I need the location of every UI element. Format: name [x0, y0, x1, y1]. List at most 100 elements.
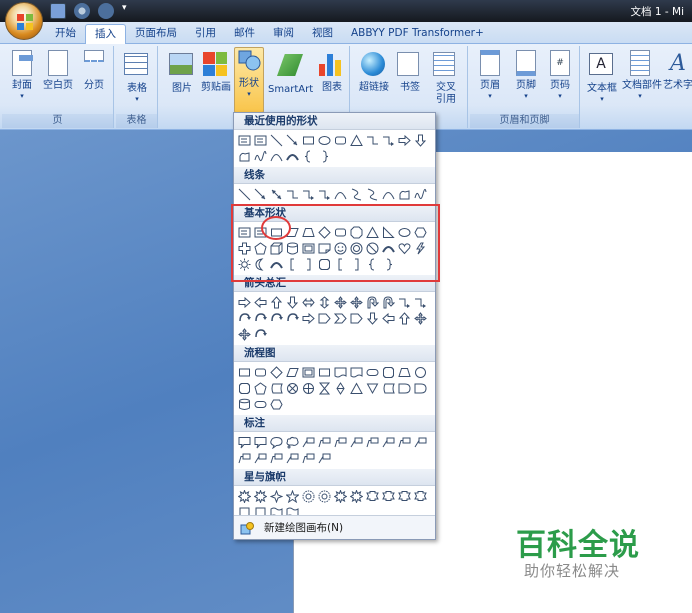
- shape-callout-cloud-icon[interactable]: [285, 435, 300, 450]
- shape-txt-icon[interactable]: [237, 225, 252, 240]
- shape-chevron-icon[interactable]: [333, 311, 348, 326]
- office-button[interactable]: [5, 2, 43, 40]
- shape-star4-icon[interactable]: [269, 489, 284, 504]
- shape-burst-icon[interactable]: [253, 489, 268, 504]
- shape-tri-icon[interactable]: [349, 133, 364, 148]
- shape-orSym-icon[interactable]: [301, 381, 316, 396]
- page-break-button[interactable]: 分页: [76, 50, 112, 92]
- chart-button[interactable]: 图表: [314, 50, 350, 94]
- shape-arrow-ud-icon[interactable]: [317, 295, 332, 310]
- smartart-button[interactable]: SmartArt: [268, 50, 313, 96]
- shape-line-icon[interactable]: [237, 187, 252, 202]
- save-icon[interactable]: [50, 3, 66, 19]
- shape-terminator-icon[interactable]: [253, 397, 268, 412]
- shape-scribble-icon[interactable]: [253, 149, 268, 164]
- shape-arc-icon[interactable]: [381, 241, 396, 256]
- shape-callout-line-icon[interactable]: [349, 435, 364, 450]
- shape-trap-icon[interactable]: [397, 365, 412, 380]
- shape-arrow-r-icon[interactable]: [301, 311, 316, 326]
- shape-quad-icon[interactable]: [349, 295, 364, 310]
- shape-scurve-icon[interactable]: [349, 187, 364, 202]
- new-drawing-canvas-item[interactable]: 新建绘图画布(N): [234, 515, 435, 539]
- shape-callout-rect-icon[interactable]: [237, 435, 252, 450]
- shape-quad-icon[interactable]: [237, 327, 252, 342]
- shape-trap-icon[interactable]: [301, 225, 316, 240]
- shape-txt-icon[interactable]: [253, 225, 268, 240]
- text-box-button[interactable]: A 文本框 ▾: [584, 50, 620, 103]
- shape-brace-r-icon[interactable]: [317, 149, 332, 164]
- shape-bracket-l-icon[interactable]: [333, 257, 348, 272]
- shape-callout-line-icon[interactable]: [381, 435, 396, 450]
- shape-elbowa-icon[interactable]: [301, 187, 316, 202]
- tab-mailings[interactable]: 邮件: [225, 24, 264, 43]
- shape-arrow-u-icon[interactable]: [397, 311, 412, 326]
- shape-circ-arrow-icon[interactable]: [253, 327, 268, 342]
- shape-para-icon[interactable]: [285, 225, 300, 240]
- shape-frame-icon[interactable]: [301, 365, 316, 380]
- shape-circ-arrow-icon[interactable]: [285, 311, 300, 326]
- shape-arrowline-icon[interactable]: [285, 133, 300, 148]
- shape-arrow-r-icon[interactable]: [237, 295, 252, 310]
- shape-brace-l-icon[interactable]: [301, 149, 316, 164]
- redo-icon[interactable]: [98, 3, 114, 19]
- shape-arrow-l-icon[interactable]: [381, 311, 396, 326]
- shape-rect-icon[interactable]: [269, 225, 284, 240]
- shape-arrow-r-icon[interactable]: [397, 133, 412, 148]
- shape-sum-icon[interactable]: [285, 381, 300, 396]
- shape-rect-icon[interactable]: [317, 365, 332, 380]
- shape-merge-icon[interactable]: [365, 381, 380, 396]
- shape-burst-icon[interactable]: [237, 489, 252, 504]
- shape-moon-icon[interactable]: [253, 257, 268, 272]
- shape-brace-l-icon[interactable]: [365, 257, 380, 272]
- shape-tri-icon[interactable]: [349, 381, 364, 396]
- shape-elbowa-icon[interactable]: [381, 133, 396, 148]
- shape-arc-icon[interactable]: [269, 257, 284, 272]
- shape-curve-icon[interactable]: [381, 187, 396, 202]
- blank-page-button[interactable]: 空白页: [40, 50, 76, 92]
- shape-arc-icon[interactable]: [285, 149, 300, 164]
- shapes-button[interactable]: 形状 ▾: [234, 47, 264, 113]
- shape-circ-arrow-icon[interactable]: [269, 311, 284, 326]
- shape-rect-icon[interactable]: [301, 133, 316, 148]
- shape-callout-line2-icon[interactable]: [397, 435, 412, 450]
- shape-sort-icon[interactable]: [333, 381, 348, 396]
- bookmark-button[interactable]: 书签: [392, 50, 428, 94]
- shape-ribbonShape-icon[interactable]: [397, 489, 412, 504]
- shape-quad-icon[interactable]: [413, 311, 428, 326]
- shape-callout-line2-icon[interactable]: [365, 435, 380, 450]
- shape-callout-line2-icon[interactable]: [317, 435, 332, 450]
- cover-page-button[interactable]: 封面 ▾: [4, 50, 40, 100]
- shape-hex-icon[interactable]: [269, 397, 284, 412]
- shape-brace-r-icon[interactable]: [381, 257, 396, 272]
- shape-heart-icon[interactable]: [397, 241, 412, 256]
- tab-review[interactable]: 审阅: [264, 24, 303, 43]
- shape-noSym-icon[interactable]: [365, 241, 380, 256]
- shape-bolt-icon[interactable]: [413, 241, 428, 256]
- shape-uturn-icon[interactable]: [365, 295, 380, 310]
- shape-line-icon[interactable]: [269, 133, 284, 148]
- shape-freeform-icon[interactable]: [397, 187, 412, 202]
- tab-abbyy[interactable]: ABBYY PDF Transformer+: [342, 24, 493, 43]
- shape-fold-icon[interactable]: [317, 241, 332, 256]
- shape-arrowline-icon[interactable]: [253, 187, 268, 202]
- shape-doc-icon[interactable]: [333, 365, 348, 380]
- page-number-button[interactable]: # 页码 ▾: [542, 50, 578, 100]
- clip-art-button[interactable]: 剪贴画: [198, 50, 234, 94]
- undo-icon[interactable]: [74, 3, 90, 19]
- shape-scurve-icon[interactable]: [365, 187, 380, 202]
- shape-seal-icon[interactable]: [317, 489, 332, 504]
- shape-oval-icon[interactable]: [397, 225, 412, 240]
- shape-callout-line-icon[interactable]: [285, 451, 300, 466]
- shape-terminator-icon[interactable]: [365, 365, 380, 380]
- shape-pent-icon[interactable]: [253, 241, 268, 256]
- shape-can-icon[interactable]: [285, 241, 300, 256]
- tab-home[interactable]: 开始: [46, 24, 85, 43]
- shape-bracket-l-icon[interactable]: [285, 257, 300, 272]
- shape-arrow-l-icon[interactable]: [253, 295, 268, 310]
- shape-disk-icon[interactable]: [237, 397, 252, 412]
- shape-storage-icon[interactable]: [269, 381, 284, 396]
- shape-elbowa-icon[interactable]: [397, 295, 412, 310]
- shape-arrow-d-icon[interactable]: [365, 311, 380, 326]
- shape-callout-line-icon[interactable]: [413, 435, 428, 450]
- shape-sun-icon[interactable]: [237, 257, 252, 272]
